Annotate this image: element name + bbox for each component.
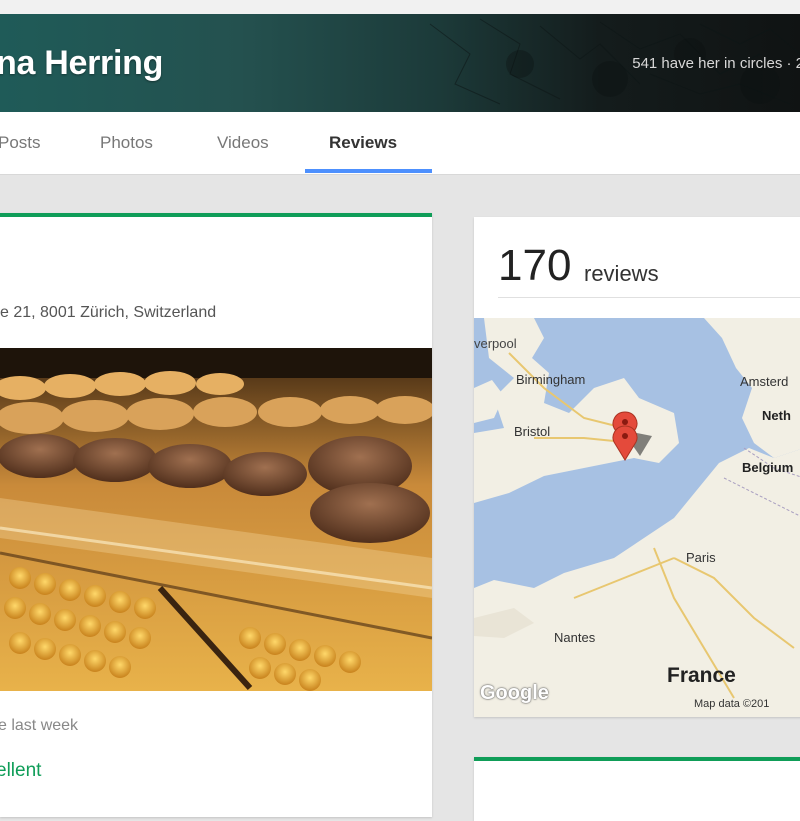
macaron-photo-image xyxy=(0,348,432,691)
review-card: i se 21, 8001 Zürich, Switzerland xyxy=(0,213,432,817)
map-label-liverpool: verpool xyxy=(474,336,517,351)
tab-posts[interactable]: Posts xyxy=(0,133,41,153)
profile-tabs: Posts Photos Videos Reviews xyxy=(0,112,800,175)
secondary-card xyxy=(474,757,800,821)
map-label-nantes: Nantes xyxy=(554,630,595,645)
reviews-count: 170 xyxy=(498,241,571,291)
profile-name: na Herring xyxy=(0,44,163,83)
review-rating: ellent xyxy=(0,760,41,782)
place-photo[interactable] xyxy=(0,348,432,691)
tab-videos[interactable]: Videos xyxy=(217,133,269,153)
reviews-label: reviews xyxy=(584,261,659,287)
map-label-birmingham: Birmingham xyxy=(516,372,585,387)
map-label-france: France xyxy=(667,664,736,688)
divider xyxy=(498,297,800,298)
cover-banner: na Herring 541 have her in circles · 2 xyxy=(0,14,800,112)
map-label-bristol: Bristol xyxy=(514,424,550,439)
google-logo[interactable]: Google xyxy=(480,682,549,705)
map-attribution[interactable]: Map data ©201 xyxy=(694,698,769,710)
reviews-summary-card: 170 reviews xyxy=(474,217,800,717)
reviews-map[interactable]: verpool Birmingham Bristol Amsterd Neth … xyxy=(474,318,800,717)
circles-count[interactable]: 541 have her in circles · 2 xyxy=(632,55,800,72)
map-label-netherlands: Neth xyxy=(762,408,791,423)
tab-photos[interactable]: Photos xyxy=(100,133,153,153)
map-label-belgium: Belgium xyxy=(742,460,793,475)
map-label-paris: Paris xyxy=(686,550,716,565)
top-strip xyxy=(0,0,800,14)
active-tab-indicator xyxy=(305,169,432,173)
tab-reviews[interactable]: Reviews xyxy=(329,133,397,153)
map-label-amsterdam: Amsterd xyxy=(740,374,788,389)
place-address: se 21, 8001 Zürich, Switzerland xyxy=(0,304,216,322)
visit-date: e last week xyxy=(0,717,78,735)
